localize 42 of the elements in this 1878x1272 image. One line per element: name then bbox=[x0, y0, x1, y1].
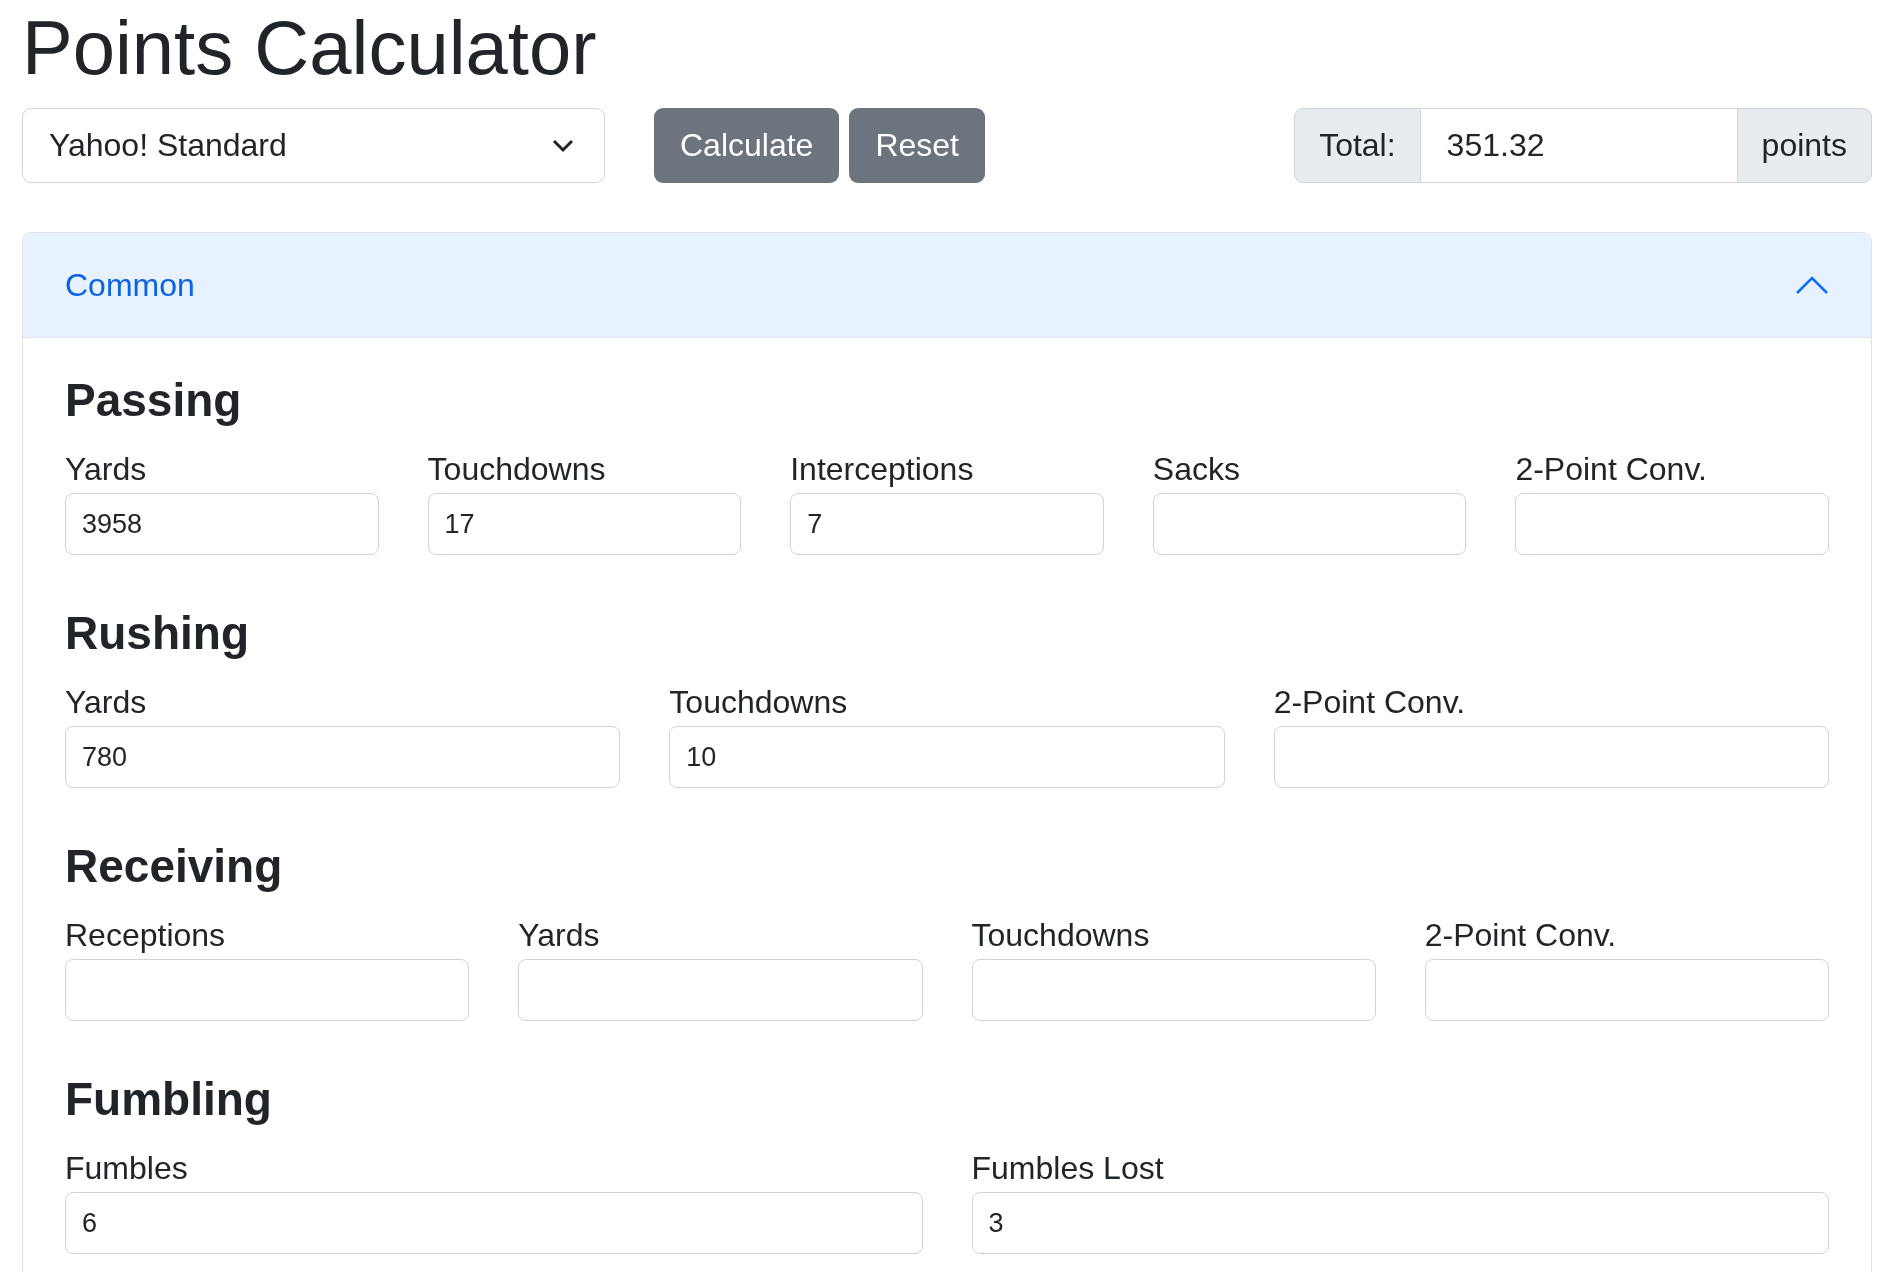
input-field[interactable] bbox=[1273, 726, 1829, 788]
field-label: Yards bbox=[65, 450, 148, 489]
input-field[interactable]: 3958 bbox=[65, 493, 379, 555]
chevron-down-icon bbox=[552, 138, 574, 153]
field-label: Receptions bbox=[65, 916, 227, 955]
field-label: 2-Point Conv. bbox=[1424, 916, 1618, 955]
field-label: Yards bbox=[65, 683, 148, 722]
section-heading: Rushing bbox=[65, 606, 250, 661]
field-label: Touchdowns bbox=[669, 683, 849, 722]
total-label: Total: bbox=[1294, 108, 1421, 183]
section-heading: Passing bbox=[65, 373, 243, 428]
field-label: Touchdowns bbox=[427, 450, 607, 489]
preset-dropdown[interactable]: Yahoo! Standard bbox=[22, 108, 605, 183]
input-field[interactable] bbox=[1152, 493, 1467, 555]
input-field[interactable]: 6 bbox=[65, 1192, 923, 1254]
field-label: Sacks bbox=[1152, 450, 1241, 489]
input-field[interactable] bbox=[65, 959, 470, 1021]
field-label: 2-Point Conv. bbox=[1515, 450, 1708, 489]
points-label: points bbox=[1736, 108, 1872, 183]
input-field[interactable]: 780 bbox=[65, 726, 621, 788]
total-field[interactable]: 351.32 bbox=[1420, 108, 1737, 183]
action-button[interactable]: Calculate bbox=[654, 108, 840, 183]
accordion-header[interactable]: Common bbox=[23, 233, 1871, 338]
input-field[interactable] bbox=[1424, 959, 1829, 1021]
input-field[interactable]: 17 bbox=[427, 493, 742, 555]
field-label: Interceptions bbox=[790, 450, 975, 489]
field-label: Fumbles Lost bbox=[971, 1149, 1165, 1188]
field-label: 2-Point Conv. bbox=[1273, 683, 1467, 722]
chevron-icon bbox=[1795, 275, 1829, 295]
field-label: Yards bbox=[518, 916, 601, 955]
input-field[interactable]: 10 bbox=[669, 726, 1225, 788]
input-field[interactable] bbox=[1515, 493, 1829, 555]
page-title: Points Calculator bbox=[22, 4, 598, 92]
input-field[interactable] bbox=[971, 959, 1376, 1021]
section-heading: Fumbling bbox=[65, 1072, 273, 1127]
input-field[interactable]: 7 bbox=[790, 493, 1104, 555]
field-label: Fumbles bbox=[65, 1149, 189, 1188]
section-heading: Receiving bbox=[65, 839, 284, 894]
action-button[interactable]: Reset bbox=[849, 108, 985, 183]
input-field[interactable] bbox=[518, 959, 923, 1021]
input-field[interactable]: 3 bbox=[971, 1192, 1829, 1254]
field-label: Touchdowns bbox=[971, 916, 1151, 955]
